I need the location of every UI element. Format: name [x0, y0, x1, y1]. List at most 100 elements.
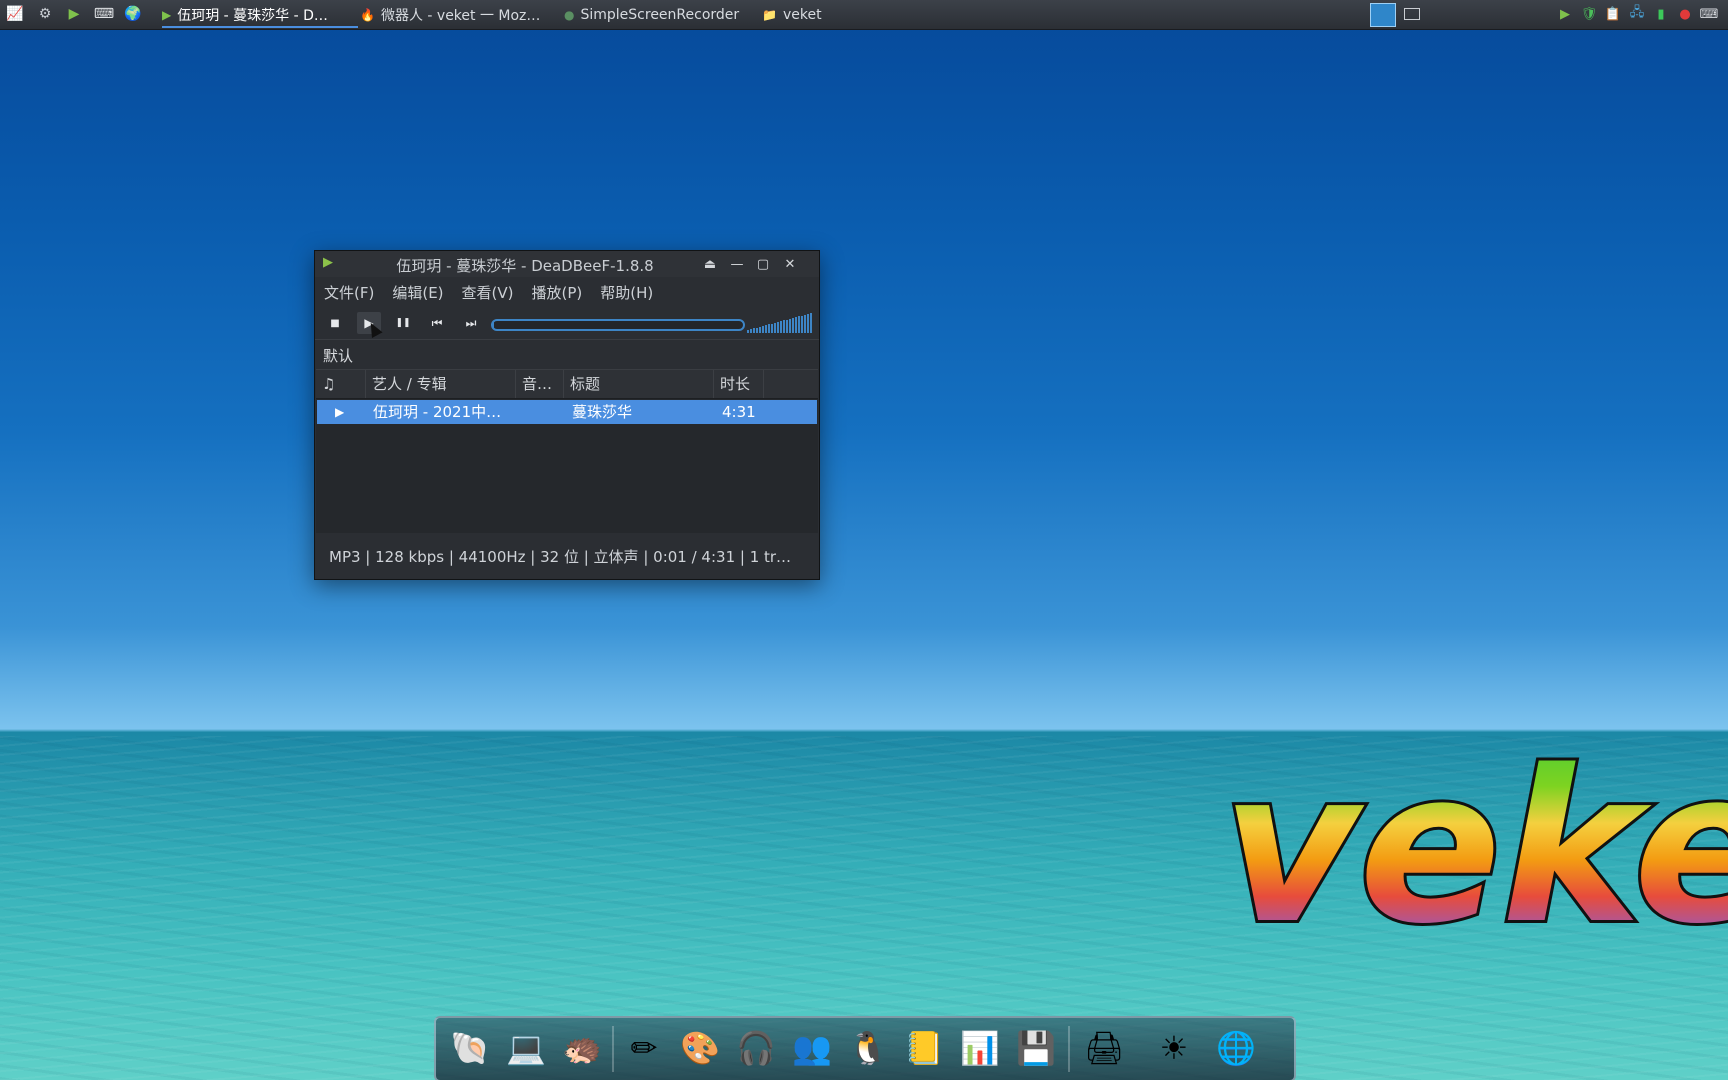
column-duration[interactable]: 时长 — [714, 370, 764, 398]
volume-bar[interactable] — [747, 313, 813, 333]
dock-penguin-icon[interactable]: 🐧 — [844, 1024, 892, 1072]
dock-chart-icon[interactable]: 📊 — [956, 1024, 1004, 1072]
volume-bar-segment — [762, 326, 764, 333]
media-player-icon[interactable]: ▶ — [63, 4, 85, 24]
dock-shell-icon[interactable]: 🐚 — [446, 1024, 494, 1072]
volume-bar-segment — [792, 318, 794, 333]
folder-task-icon: 📁 — [762, 7, 777, 22]
volume-bar-segment — [747, 330, 749, 333]
volume-bar-segment — [780, 321, 782, 333]
maximize-button[interactable]: ▢ — [753, 254, 773, 274]
veket-logo: veket — [1219, 722, 1728, 973]
task-firefox[interactable]: 🔥 微器人 - veket 一 Moz… — [360, 0, 558, 29]
task-label: 微器人 - veket 一 Moz… — [380, 7, 541, 24]
pause-button[interactable]: ❚❚ — [391, 312, 415, 334]
volume-bar-segment — [774, 322, 776, 333]
desktop: 📈 ⚙ ▶ ⌨ 🌍 ▶ 伍珂玥 - 蔓珠莎华 - D… 🔥 微器人 - veke… — [0, 0, 1728, 1080]
menu-edit[interactable]: 编辑(E) — [383, 282, 452, 303]
deadbeef-window: ▶ 伍珂玥 - 蔓珠莎华 - DeaDBeeF-1.8.8 ⏏ — ▢ ✕ 文件… — [314, 250, 820, 580]
dock: 🐚 💻 🦔 ✏ 🎨 🎧 👥 🐧 📒 📊 💾 🖨 ☀ 🌐 — [434, 1016, 1296, 1080]
volume-bar-segment — [798, 316, 800, 333]
volume-bar-segment — [804, 314, 806, 333]
volume-bar-segment — [777, 322, 779, 333]
playlist-header: ♫ 艺人 / 专辑 音… 标题 时长 — [316, 370, 818, 399]
browser-icon[interactable]: 🌍 — [122, 4, 144, 24]
menu-view[interactable]: 查看(V) — [453, 282, 523, 303]
close-button[interactable]: ✕ — [780, 254, 800, 274]
column-playing[interactable]: ♫ — [316, 370, 366, 398]
status-text: MP3 | 128 kbps | 44100Hz | 32 位 | 立体声 | … — [329, 548, 792, 566]
dock-paint-icon[interactable]: 🎨 — [676, 1024, 724, 1072]
dock-users-icon[interactable]: 👥 — [788, 1024, 836, 1072]
recorder-task-icon: ● — [564, 7, 575, 22]
playlist-tab[interactable]: 默认 — [315, 339, 819, 370]
dock-storage-icon[interactable]: 💾 — [1012, 1024, 1060, 1072]
column-track-number[interactable]: 音… — [516, 370, 564, 398]
settings-icon[interactable]: ⚙ — [34, 4, 56, 24]
battery-icon[interactable]: ▮ — [1652, 5, 1670, 23]
column-artist-album[interactable]: 艺人 / 专辑 — [366, 370, 516, 398]
volume-bar-segment — [810, 313, 812, 333]
volume-bar-segment — [756, 327, 758, 333]
dock-hedgehog-icon[interactable]: 🦔 — [558, 1024, 606, 1072]
menubar: 文件(F) 编辑(E) 查看(V) 播放(P) 帮助(H) — [315, 277, 819, 307]
dock-audio-icon[interactable]: 🎧 — [732, 1024, 780, 1072]
clipboard-icon[interactable]: 📋 — [1604, 5, 1622, 23]
dock-separator — [1068, 1026, 1070, 1072]
volume-bar-segment — [753, 328, 755, 333]
playlist-tab-label: 默认 — [323, 347, 354, 365]
volume-bar-segment — [765, 325, 767, 333]
terminal-icon[interactable]: ⌨ — [93, 4, 115, 24]
column-title[interactable]: 标题 — [564, 370, 714, 398]
table-row[interactable]: ▶ 伍珂玥 - 2021中… 蔓珠莎华 4:31 — [317, 400, 817, 424]
deadbeef-task-icon: ▶ — [162, 7, 172, 22]
workspace-2-icon[interactable] — [1404, 8, 1420, 20]
minimize-button[interactable]: — — [727, 254, 747, 274]
veket-logo-text: veket — [1222, 725, 1728, 970]
stop-button[interactable]: ■ — [323, 312, 347, 334]
volume-bar-segment — [789, 318, 791, 333]
menu-help[interactable]: 帮助(H) — [591, 282, 662, 303]
workspace-1-icon[interactable] — [1370, 3, 1396, 27]
system-monitor-icon[interactable]: 📈 — [4, 4, 26, 24]
volume-bar-segment — [795, 317, 797, 333]
menu-playback[interactable]: 播放(P) — [523, 282, 592, 303]
dock-separator — [612, 1026, 614, 1072]
playlist: ♫ 艺人 / 专辑 音… 标题 时长 ▶ 伍珂玥 - 2021中… 蔓珠莎华 4… — [316, 369, 818, 534]
cell-duration: 4:31 — [722, 403, 756, 421]
cell-artist-album: 伍珂玥 - 2021中… — [373, 403, 502, 421]
dock-editor-icon[interactable]: ✏ — [620, 1024, 668, 1072]
window-titlebar[interactable]: ▶ 伍珂玥 - 蔓珠莎华 - DeaDBeeF-1.8.8 ⏏ — ▢ ✕ — [315, 251, 819, 277]
dock-notebook-icon[interactable]: 📒 — [900, 1024, 948, 1072]
eject-icon[interactable]: ⏏ — [700, 254, 720, 274]
volume-bar-segment — [807, 314, 809, 333]
seekbar-fill — [493, 321, 494, 329]
top-panel: 📈 ⚙ ▶ ⌨ 🌍 ▶ 伍珂玥 - 蔓珠莎华 - D… 🔥 微器人 - veke… — [0, 0, 1728, 30]
record-icon[interactable]: ● — [1676, 5, 1694, 23]
volume-bar-segment — [801, 315, 803, 333]
dock-sun-icon[interactable]: ☀ — [1150, 1024, 1198, 1072]
volume-bar-segment — [786, 319, 788, 333]
previous-button[interactable]: ⏮ — [425, 312, 449, 334]
dock-globe-icon[interactable]: 🌐 — [1212, 1024, 1260, 1072]
task-simplescreenrecorder[interactable]: ● SimpleScreenRecorder — [564, 0, 764, 29]
seekbar[interactable] — [491, 319, 745, 331]
window-title: 伍珂玥 - 蔓珠莎华 - DeaDBeeF-1.8.8 — [396, 257, 654, 275]
shield-icon[interactable]: 🛡 — [1580, 5, 1598, 23]
playing-indicator-icon: ▶ — [335, 405, 345, 419]
menu-file[interactable]: 文件(F) — [315, 282, 383, 303]
volume-bar-segment — [759, 326, 761, 333]
firefox-task-icon: 🔥 — [360, 7, 375, 22]
volume-bar-segment — [768, 324, 770, 333]
task-label: veket — [782, 6, 822, 23]
keyboard-icon[interactable]: ⌨ — [1700, 5, 1719, 23]
cell-title: 蔓珠莎华 — [572, 403, 633, 421]
volume-bar-segment — [750, 329, 752, 333]
dock-computer-icon[interactable]: 💻 — [502, 1024, 550, 1072]
network-icon[interactable]: 🖧 — [1628, 5, 1646, 23]
dock-printer-icon[interactable]: 🖨 — [1080, 1024, 1128, 1072]
next-button[interactable]: ⏭ — [459, 312, 483, 334]
player-tray-icon[interactable]: ▶ — [1556, 5, 1574, 23]
task-veket-folder[interactable]: 📁 veket — [762, 0, 832, 29]
task-deadbeef[interactable]: ▶ 伍珂玥 - 蔓珠莎华 - D… — [162, 0, 358, 29]
